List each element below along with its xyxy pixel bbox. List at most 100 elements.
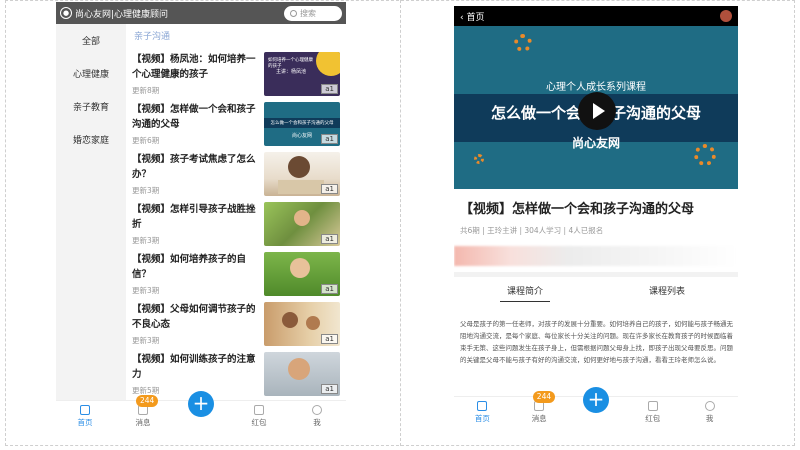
thumb-books (278, 180, 324, 194)
course-detail-screen: ‹ 首页 心理个人成长系列课程 怎么做一个会和孩子沟通的父母 尚心友网 【视频】… (454, 6, 738, 426)
play-button[interactable] (578, 92, 616, 130)
avatar[interactable] (720, 10, 732, 22)
list-item[interactable]: 【视频】杨凤池：如何培养一个心理健康的孩子 更新8期 如何培养一个心理健康的孩子… (126, 50, 346, 100)
list-item[interactable]: 【视频】如何培养孩子的自信？ 更新3期 a1 (126, 250, 346, 300)
episode-badge: a1 (321, 384, 338, 394)
course-list: 亲子沟通 【视频】杨凤池：如何培养一个心理健康的孩子 更新8期 如何培养一个心理… (126, 24, 346, 400)
play-icon (592, 103, 605, 119)
category-mental-health[interactable]: 心理健康 (56, 57, 126, 90)
thumb-figure (306, 316, 320, 330)
category-parenting[interactable]: 亲子教育 (56, 90, 126, 123)
category-family[interactable]: 婚恋家庭 (56, 123, 126, 156)
category-all[interactable]: 全部 (56, 24, 126, 57)
home-icon (80, 405, 90, 415)
video-player[interactable]: ‹ 首页 心理个人成长系列课程 怎么做一个会和孩子沟通的父母 尚心友网 (454, 6, 738, 189)
tab-course-intro[interactable]: 课程简介 (454, 284, 596, 306)
tab-home-label: 首页 (474, 414, 490, 423)
thumb-figure (290, 258, 310, 278)
item-update: 更新3期 (132, 286, 160, 295)
top-bar: ● 尚心友网|心理健康顾问 搜索 (56, 2, 346, 24)
episode-badge: a1 (321, 134, 338, 144)
red-packet-icon (254, 405, 264, 415)
brand-logo-icon: ● (60, 7, 72, 19)
tab-redpacket[interactable]: 红包 (230, 401, 288, 430)
panel-divider (400, 0, 401, 446)
detail-tabs: 课程简介 课程列表 (454, 284, 738, 306)
item-title: 【视频】怎样引导孩子战胜挫折 (132, 204, 256, 230)
list-item[interactable]: 【视频】怎样做一个会和孩子沟通的父母 更新6期 怎么做一个会和孩子沟通的父母 尚… (126, 100, 346, 150)
thumbnail-image: a1 (264, 302, 340, 346)
thumb-figure (294, 210, 310, 226)
search-placeholder: 搜索 (300, 8, 316, 18)
bottom-tab-bar: 首页 244 消息 + 红包 我 (56, 391, 346, 430)
list-item[interactable]: 【视频】怎样引导孩子战胜挫折 更新3期 a1 (126, 200, 346, 250)
tab-plus[interactable]: + (172, 391, 230, 430)
thumb-caption: 怎么做一个会和孩子沟通的父母 (270, 121, 334, 126)
back-label: 首页 (466, 12, 485, 23)
tab-me[interactable]: 我 (288, 401, 346, 430)
thumb-figure (288, 156, 310, 178)
thumbnail-image: a1 (264, 152, 340, 196)
tab-home[interactable]: 首页 (454, 397, 511, 426)
list-item[interactable]: 【视频】父母如何调节孩子的不良心态 更新3期 a1 (126, 300, 346, 350)
thumb-figure (288, 358, 310, 380)
episode-badge: a1 (321, 184, 338, 194)
search-input[interactable]: 搜索 (284, 5, 342, 21)
tab-course-intro-label: 课程简介 (500, 284, 550, 302)
thumb-speaker: 主讲：杨凤池 (276, 69, 307, 75)
message-count-badge: 244 (532, 391, 556, 403)
thumbnail-image: a1 (264, 252, 340, 296)
add-button[interactable]: + (188, 391, 214, 417)
course-meta: 共6期 | 王玲主讲 | 304人学习 | 4人已报名 (460, 226, 604, 235)
thumbnail-image: a1 (264, 352, 340, 396)
user-icon (312, 405, 322, 415)
episode-badge: a1 (321, 234, 338, 244)
item-update: 更新3期 (132, 236, 160, 245)
tab-messages[interactable]: 244 消息 (511, 391, 568, 426)
thumbnail-image: a1 (264, 202, 340, 246)
add-button[interactable]: + (582, 387, 609, 413)
tab-messages-label: 消息 (531, 414, 547, 423)
tab-plus[interactable]: + (568, 387, 625, 426)
item-title: 【视频】怎样做一个会和孩子沟通的父母 (132, 104, 256, 130)
bottom-tab-bar: 首页 244 消息 + 红包 我 (454, 387, 738, 426)
item-update: 更新3期 (132, 186, 160, 195)
red-packet-icon (647, 401, 658, 411)
tab-redpacket[interactable]: 红包 (624, 397, 681, 426)
home-icon (477, 401, 488, 411)
item-title: 【视频】如何培养孩子的自信？ (132, 254, 247, 280)
tab-me-label: 我 (313, 418, 321, 427)
section-separator (454, 272, 738, 277)
section-title: 亲子沟通 (134, 32, 171, 42)
thumbnail-image: 如何培养一个心理健康的孩子 主讲：杨凤池 a1 (264, 52, 340, 96)
list-item[interactable]: 【视频】如何训练孩子的注意力 更新5期 a1 (126, 350, 346, 400)
brand-title: 尚心友网|心理健康顾问 (75, 9, 169, 20)
item-update: 更新3期 (132, 336, 160, 345)
item-title: 【视频】父母如何调节孩子的不良心态 (132, 304, 256, 330)
blurred-content (454, 246, 738, 266)
user-icon (704, 401, 715, 411)
item-title: 【视频】杨凤池：如何培养一个心理健康的孩子 (132, 54, 256, 80)
item-title: 【视频】孩子考试焦虑了怎么办？ (132, 154, 256, 180)
tab-redpacket-label: 红包 (251, 418, 267, 427)
item-update: 更新8期 (132, 86, 160, 95)
course-title: 【视频】怎样做一个会和孩子沟通的父母 (460, 202, 695, 217)
tab-messages[interactable]: 244 消息 (114, 395, 172, 430)
video-top-bar: ‹ 首页 (454, 6, 738, 26)
tab-redpacket-label: 红包 (645, 414, 661, 423)
tab-course-list-label: 课程列表 (648, 287, 685, 297)
back-button[interactable]: ‹ 首页 (460, 10, 484, 23)
video-brand: 尚心友网 (571, 136, 620, 150)
item-title: 【视频】如何训练孩子的注意力 (132, 354, 256, 380)
thumb-figure (282, 312, 298, 328)
tab-home[interactable]: 首页 (56, 401, 114, 430)
tab-course-list[interactable]: 课程列表 (596, 284, 738, 306)
item-update: 更新6期 (132, 136, 160, 145)
episode-badge: a1 (321, 284, 338, 294)
tab-me[interactable]: 我 (681, 397, 738, 426)
course-description: 父母是孩子的第一任老师，对孩子的发展十分重要。如何培养自己的孩子，如何能与孩子畅… (460, 320, 733, 364)
episode-badge: a1 (321, 334, 338, 344)
list-item[interactable]: 【视频】孩子考试焦虑了怎么办？ 更新3期 a1 (126, 150, 346, 200)
thumb-decoration (316, 52, 340, 76)
message-count-badge: 244 (136, 395, 159, 407)
